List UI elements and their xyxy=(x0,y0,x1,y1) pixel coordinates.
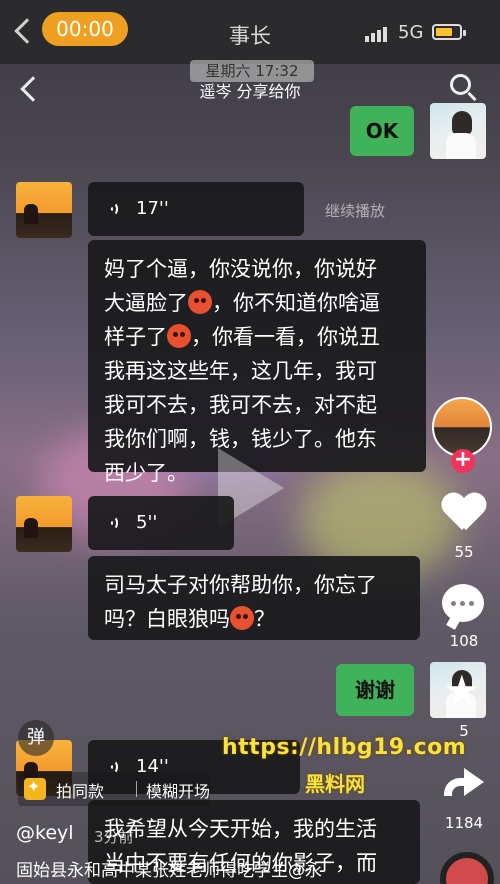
comment-icon[interactable] xyxy=(442,584,484,622)
divider xyxy=(136,781,137,797)
recording-timer: 00:00 xyxy=(42,12,128,46)
battery-icon xyxy=(432,24,466,40)
follow-plus-icon[interactable]: + xyxy=(451,449,475,473)
text-message[interactable]: 司马太子对你帮助你，你忘了 吗？白眼狼吗 ？ xyxy=(88,556,420,640)
message-line: 吗？白眼狼吗 xyxy=(104,607,230,631)
sparkle-icon xyxy=(24,777,46,800)
template-name: 模糊开场 xyxy=(146,782,211,801)
contact-avatar[interactable] xyxy=(16,182,72,238)
voice-wave-icon xyxy=(108,515,124,531)
my-avatar[interactable] xyxy=(430,103,486,159)
share-arrow-icon[interactable] xyxy=(444,766,484,800)
status-bar: 00:00 事长 5G xyxy=(0,0,500,64)
message-ok[interactable]: OK xyxy=(350,106,414,156)
text-message[interactable]: 妈了个逼，你没说你，你说好 大逼脸了 ，你不知道你啥逼 样子了 ，你看一看，你说丑 … xyxy=(88,240,426,485)
share-count: 1184 xyxy=(444,814,484,832)
watermark-name: 黑料网 xyxy=(305,772,365,796)
message-line: 司马太子对你帮助你，你忘了 xyxy=(104,573,377,597)
danmu-toggle-button[interactable]: 弹 xyxy=(18,720,54,756)
author-handle[interactable]: @keyl xyxy=(16,822,74,844)
video-caption[interactable]: 固始县永和高中某张姓老师得吃学生@永 xyxy=(16,856,436,881)
message-line: 我希望从今天开始，我的生活 xyxy=(104,817,377,841)
message-line: ？ xyxy=(254,607,275,631)
message-thanks[interactable]: 谢谢 xyxy=(336,664,414,716)
voice-duration: 5'' xyxy=(136,512,158,533)
voice-duration: 17'' xyxy=(136,198,169,219)
like-heart-icon[interactable] xyxy=(442,494,486,534)
same-style-label: 拍同款 xyxy=(56,782,105,801)
like-count: 55 xyxy=(454,543,474,561)
signal-icon xyxy=(365,26,391,42)
post-time: 3分前 xyxy=(94,828,134,846)
network-type: 5G xyxy=(398,22,424,43)
music-disc-icon[interactable] xyxy=(440,852,494,884)
message-line: 我再这这些年，这几年，我可 xyxy=(104,359,377,383)
voice-message[interactable]: 5'' xyxy=(88,496,234,550)
message-line: 大逼脸了 xyxy=(104,291,188,315)
message-line: ，你不知道你啥逼 xyxy=(212,291,380,315)
contact-avatar[interactable] xyxy=(16,496,72,552)
message-line: 妈了个逼，你没说你，你说好 xyxy=(104,257,377,281)
message-line: 我可不去，我可不去，对不起 xyxy=(104,393,377,417)
angry-emoji-icon xyxy=(230,606,254,630)
angry-emoji-icon xyxy=(167,324,191,348)
message-line: 西少了。 xyxy=(104,461,188,485)
angry-emoji-icon xyxy=(188,290,212,314)
app-title: 事长 xyxy=(229,24,271,48)
chat-subtitle: 遥岑 分享给你 xyxy=(199,82,301,101)
continue-play-link[interactable]: 继续播放 xyxy=(325,200,385,221)
search-icon[interactable] xyxy=(450,74,478,104)
message-line: ，你看一看，你说丑 xyxy=(191,325,380,349)
favorite-star-icon[interactable]: ★ xyxy=(443,670,481,712)
voice-message[interactable]: 17'' xyxy=(88,182,304,236)
message-line: 样子了 xyxy=(104,325,167,349)
back-arrow-icon[interactable] xyxy=(14,18,40,44)
template-tag-bar[interactable]: 拍同款 模糊开场 xyxy=(18,772,210,806)
voice-wave-icon xyxy=(108,201,124,217)
watermark-url: https://hlbg19.com xyxy=(222,735,467,760)
chat-back-icon[interactable] xyxy=(20,76,46,102)
comment-count: 108 xyxy=(449,632,479,650)
